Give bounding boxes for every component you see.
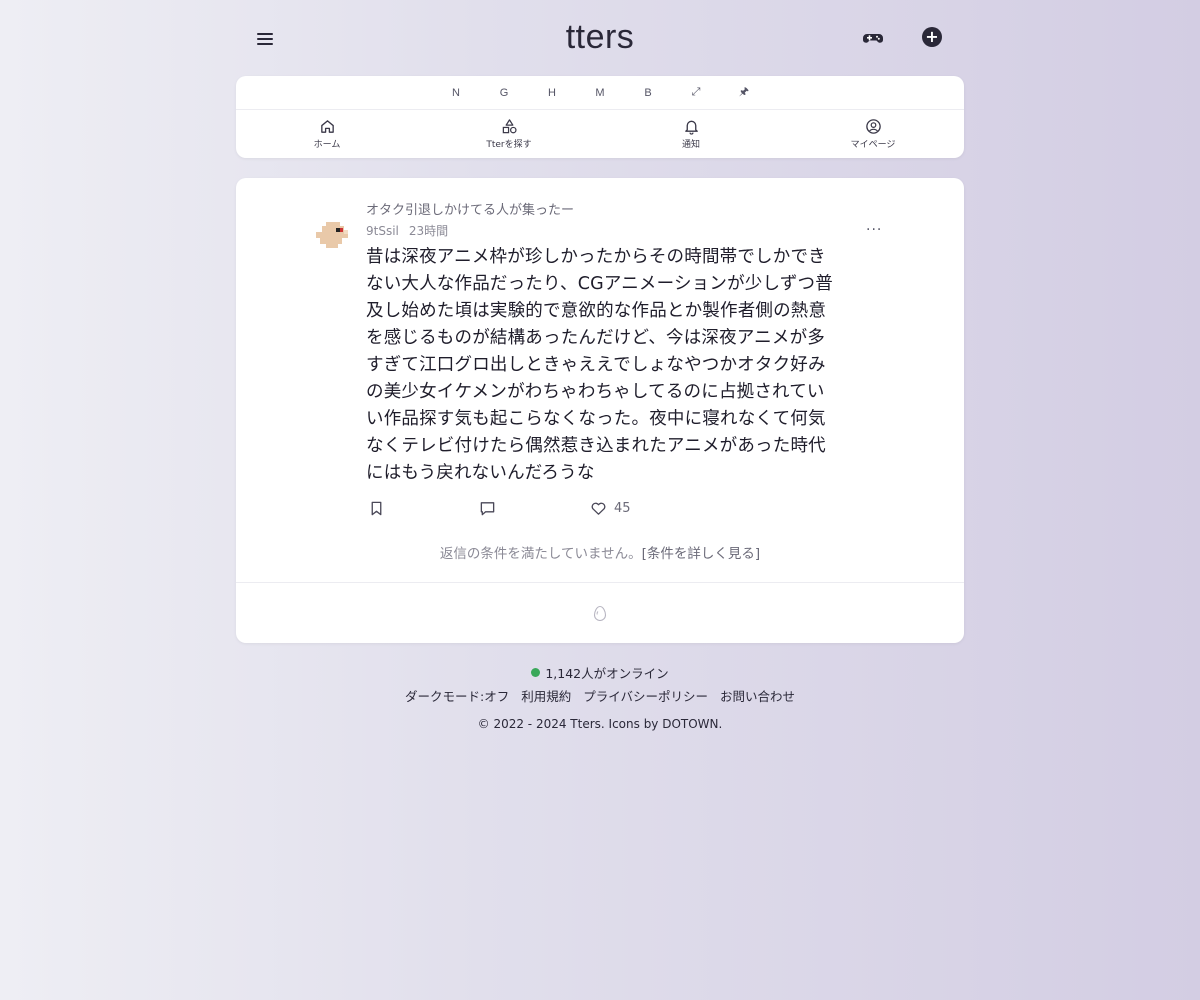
bell-icon <box>684 120 698 135</box>
main-tabs: ホーム Tterを探す 通知 マイページ <box>236 110 964 158</box>
nav-card: N G H M B ⤢ 🖈 ホーム Tterを探す 通知 マイページ <box>236 76 964 158</box>
board-title[interactable]: オタク引退しかけてる人が集ったー <box>366 199 574 218</box>
online-status: 1,142人がオンライン <box>531 663 669 682</box>
plus-circle-icon[interactable]: + <box>922 27 942 47</box>
contact-link[interactable]: お問い合わせ <box>720 689 795 704</box>
reply-condition-link[interactable]: [条件を詳しく見る] <box>642 546 761 562</box>
user-id[interactable]: 9tSsil <box>366 224 399 238</box>
user-circle-icon <box>865 119 881 134</box>
like-count: 45 <box>614 501 631 516</box>
tab-notifications[interactable]: 通知 <box>600 110 782 158</box>
shortcut-g[interactable]: G <box>480 87 528 99</box>
shortcut-n[interactable]: N <box>432 87 480 99</box>
heart-icon <box>591 502 606 515</box>
shortcut-bar: N G H M B ⤢ 🖈 <box>236 76 964 110</box>
online-dot-icon <box>531 668 541 677</box>
reply-note-text: 返信の条件を満たしていません。 <box>439 546 642 562</box>
tab-label: 通知 <box>681 140 700 150</box>
shortcut-h[interactable]: H <box>528 87 576 99</box>
reply-button[interactable] <box>479 500 496 517</box>
like-button[interactable]: 45 <box>590 500 631 517</box>
tab-mypage[interactable]: マイページ <box>782 110 964 158</box>
egg-icon <box>593 605 607 621</box>
divider <box>236 582 964 583</box>
site-logo[interactable]: tters <box>236 18 964 57</box>
pin-icon[interactable]: 🖈 <box>720 83 768 102</box>
more-options-icon[interactable]: ··· <box>866 222 882 238</box>
dark-mode-toggle[interactable]: ダークモード:オフ <box>405 689 509 704</box>
reply-condition-note: 返信の条件を満たしていません。[条件を詳しく見る] <box>236 542 964 562</box>
top-header: tters + <box>236 14 964 64</box>
post-actions: 45 <box>368 500 668 520</box>
plus-glyph: + <box>925 27 939 46</box>
terms-link[interactable]: 利用規約 <box>521 689 571 704</box>
online-count: 1,142人がオンライン <box>545 666 669 681</box>
post-body: 昔は深夜アニメ枠が珍しかったからその時間帯でしかできない大人な作品だったり、CG… <box>366 247 833 483</box>
home-icon <box>320 120 334 133</box>
post-meta: 9tSsil 23時間 <box>366 222 448 239</box>
bookmark-button[interactable] <box>368 500 385 517</box>
post-card: オタク引退しかけてる人が集ったー 9tSsil 23時間 ··· 昔は深夜アニメ枠… <box>236 178 964 643</box>
privacy-link[interactable]: プライバシーポリシー <box>583 689 708 704</box>
bookmark-icon <box>371 501 382 516</box>
shortcut-m[interactable]: M <box>576 87 624 99</box>
tab-label: ホーム <box>313 140 341 150</box>
comment-icon <box>480 502 495 516</box>
footer-links: ダークモード:オフ 利用規約 プライバシーポリシー お問い合わせ <box>236 686 964 705</box>
tab-home[interactable]: ホーム <box>236 110 418 158</box>
footer: 1,142人がオンライン ダークモード:オフ 利用規約 プライバシーポリシー お問い合… <box>236 663 964 731</box>
shortcut-b[interactable]: B <box>624 87 672 99</box>
tab-label: マイページ <box>850 140 896 150</box>
avatar[interactable] <box>316 220 348 250</box>
post-time: 23時間 <box>408 224 449 238</box>
gamepad-icon[interactable] <box>862 28 884 50</box>
tab-explore[interactable]: Tterを探す <box>418 110 600 158</box>
expand-icon[interactable]: ⤢ <box>672 86 720 99</box>
tab-label: Tterを探す <box>486 140 532 150</box>
copyright: © 2022 - 2024 Tters. Icons by DOTOWN. <box>477 717 723 731</box>
shapes-icon <box>502 119 517 134</box>
